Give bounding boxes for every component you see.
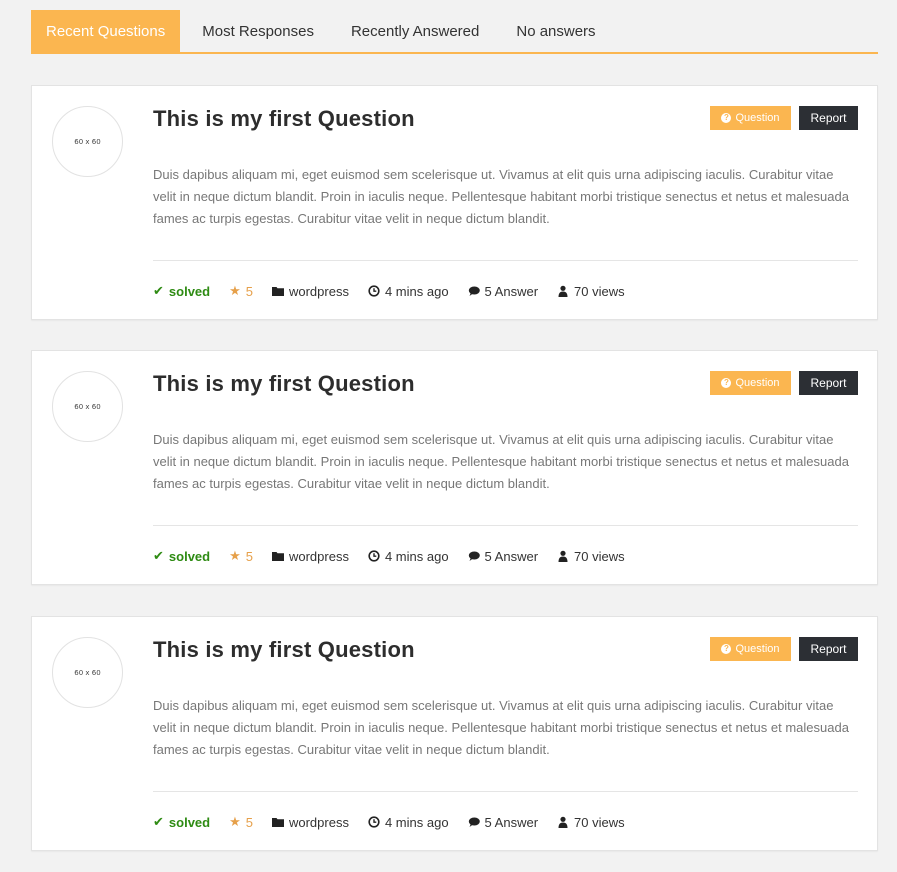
question-type-label: Question [735, 643, 780, 655]
views-count: 70 views [557, 815, 625, 830]
question-title[interactable]: This is my first Question [153, 106, 415, 132]
question-body: Duis dapibus aliquam mi, eget euismod se… [153, 167, 849, 226]
category-label: wordpress [288, 548, 349, 564]
avatar[interactable]: 60 x 60 [52, 371, 123, 442]
question-body: Duis dapibus aliquam mi, eget euismod se… [153, 698, 849, 757]
question-card: 60 x 60 This is my first Question ? Ques… [31, 85, 878, 320]
question-meta: ✔ solved ★ 5 wordpress 4 mins ago 5 Answ… [153, 282, 644, 300]
rating: ★ 5 [229, 283, 253, 299]
rating: ★ 5 [229, 814, 253, 830]
question-title[interactable]: This is my first Question [153, 637, 415, 663]
divider [153, 525, 858, 526]
question-meta: ✔ solved ★ 5 wordpress 4 mins ago 5 Answ… [153, 547, 644, 565]
answers-link[interactable]: 5 Answer [468, 815, 538, 830]
user-icon [558, 550, 568, 562]
star-icon: ★ [229, 283, 241, 298]
avatar[interactable]: 60 x 60 [52, 637, 123, 708]
status-label: solved [168, 814, 211, 830]
time-ago: 4 mins ago [368, 549, 449, 564]
time-label: 4 mins ago [384, 814, 449, 830]
answers-label: 5 Answer [484, 283, 539, 299]
views-label: 70 views [574, 814, 625, 830]
rating: ★ 5 [229, 548, 253, 564]
views-count: 70 views [557, 549, 625, 564]
question-card: 60 x 60 This is my first Question ? Ques… [31, 350, 878, 585]
divider [153, 260, 858, 261]
answers-link[interactable]: 5 Answer [468, 549, 538, 564]
check-icon: ✔ [153, 814, 164, 829]
report-button[interactable]: Report [799, 371, 858, 395]
solved-status: ✔ solved [153, 283, 210, 299]
star-icon: ★ [229, 814, 241, 829]
question-type-badge: ? Question [710, 637, 791, 661]
question-type-label: Question [735, 377, 780, 389]
clock-icon [368, 550, 380, 562]
folder-icon [271, 818, 284, 827]
tab-no-answers[interactable]: No answers [501, 10, 610, 53]
tab-recently-answered[interactable]: Recently Answered [336, 10, 494, 53]
user-icon [558, 816, 568, 828]
question-meta: ✔ solved ★ 5 wordpress 4 mins ago 5 Answ… [153, 813, 644, 831]
star-icon: ★ [229, 548, 241, 563]
comment-icon [468, 286, 480, 296]
category-link[interactable]: wordpress [271, 283, 349, 299]
views-label: 70 views [574, 548, 625, 564]
question-mark-icon: ? [721, 113, 732, 123]
rating-value: 5 [245, 548, 253, 564]
solved-status: ✔ solved [153, 548, 210, 564]
solved-status: ✔ solved [153, 814, 210, 830]
time-ago: 4 mins ago [368, 284, 449, 299]
report-button[interactable]: Report [799, 637, 858, 661]
category-label: wordpress [288, 814, 349, 830]
comment-icon [468, 551, 480, 561]
question-mark-icon: ? [721, 378, 732, 388]
folder-icon [271, 287, 284, 296]
clock-icon [368, 816, 380, 828]
question-type-label: Question [735, 112, 780, 124]
user-icon [558, 285, 568, 297]
clock-icon [368, 285, 380, 297]
report-button[interactable]: Report [799, 106, 858, 130]
time-ago: 4 mins ago [368, 815, 449, 830]
check-icon: ✔ [153, 548, 164, 563]
answers-label: 5 Answer [484, 814, 539, 830]
questions-page: Recent Questions Most Responses Recently… [0, 0, 897, 872]
status-label: solved [168, 548, 211, 564]
tab-most-responses[interactable]: Most Responses [187, 10, 329, 53]
divider [153, 791, 858, 792]
question-card: 60 x 60 This is my first Question ? Ques… [31, 616, 878, 851]
question-mark-icon: ? [721, 644, 732, 654]
views-count: 70 views [557, 284, 625, 299]
question-body: Duis dapibus aliquam mi, eget euismod se… [153, 432, 849, 491]
question-tabs: Recent Questions Most Responses Recently… [31, 10, 878, 54]
question-title[interactable]: This is my first Question [153, 371, 415, 397]
answers-label: 5 Answer [484, 548, 539, 564]
category-link[interactable]: wordpress [271, 814, 349, 830]
time-label: 4 mins ago [384, 283, 449, 299]
time-label: 4 mins ago [384, 548, 449, 564]
category-link[interactable]: wordpress [271, 548, 349, 564]
rating-value: 5 [245, 814, 253, 830]
question-type-badge: ? Question [710, 106, 791, 130]
tab-recent-questions[interactable]: Recent Questions [31, 10, 181, 53]
rating-value: 5 [245, 283, 253, 299]
avatar[interactable]: 60 x 60 [52, 106, 123, 177]
answers-link[interactable]: 5 Answer [468, 284, 538, 299]
category-label: wordpress [288, 283, 349, 299]
folder-icon [271, 552, 284, 561]
views-label: 70 views [574, 283, 625, 299]
question-type-badge: ? Question [710, 371, 791, 395]
comment-icon [468, 817, 480, 827]
check-icon: ✔ [153, 283, 164, 298]
status-label: solved [168, 283, 211, 299]
